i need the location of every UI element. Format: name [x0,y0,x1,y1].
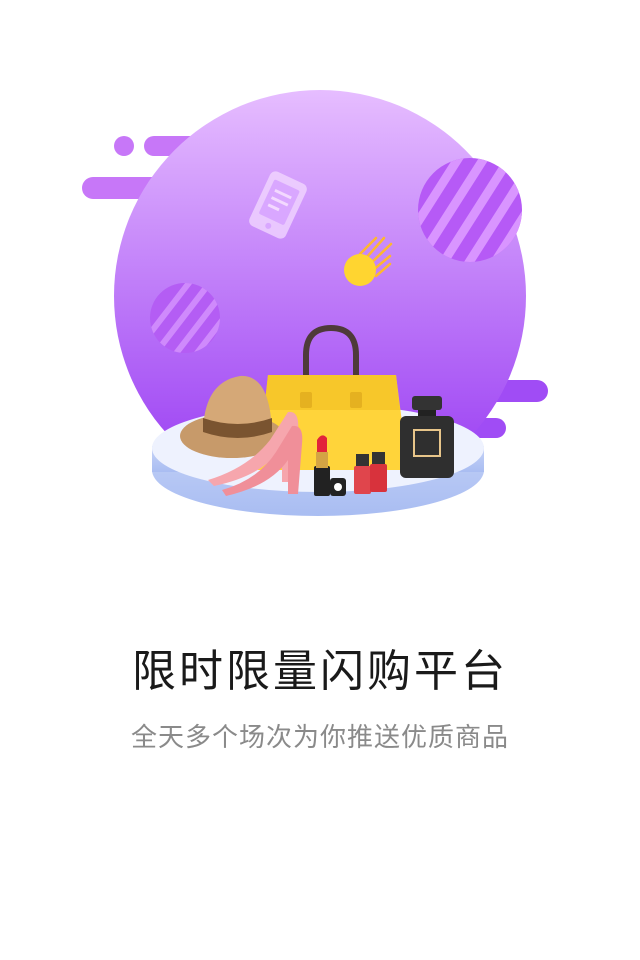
onboarding-screen: 限时限量闪购平台 全天多个场次为你推送优质商品 [0,0,640,960]
onboarding-subtitle: 全天多个场次为你推送优质商品 [130,723,509,753]
onboarding-illustration [82,90,548,516]
onboarding-title: 限时限量闪购平台 [132,646,508,697]
